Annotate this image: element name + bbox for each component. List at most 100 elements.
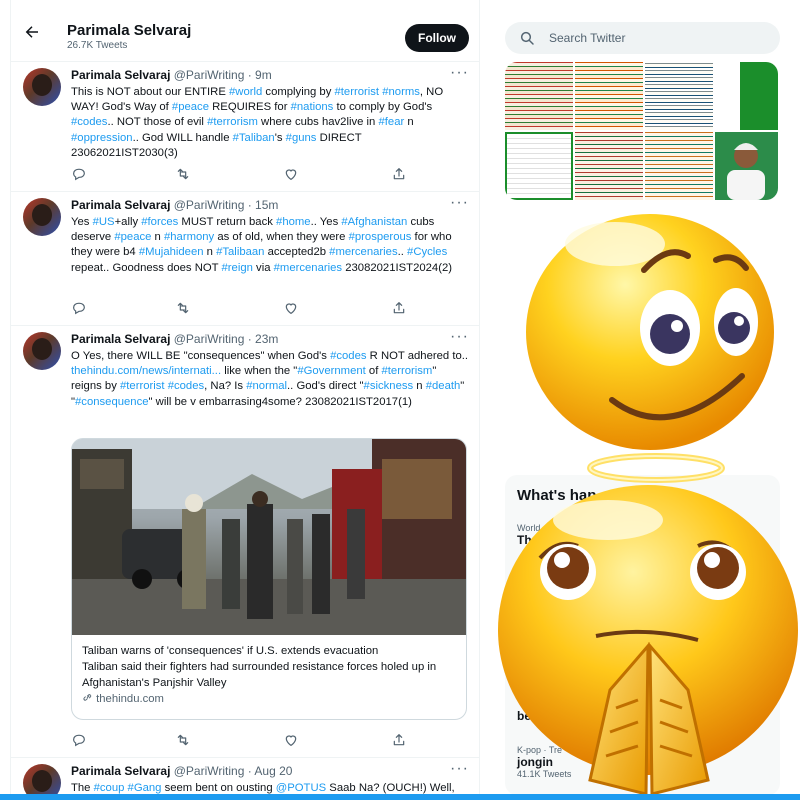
- hashtag-link[interactable]: #US: [93, 216, 115, 228]
- hashtag-link[interactable]: #coup: [94, 782, 125, 794]
- hashtag-link[interactable]: #terrorism: [207, 116, 258, 128]
- tweet-text: O Yes, there WILL BE "consequences" when…: [71, 349, 469, 410]
- more-icon[interactable]: ···: [450, 760, 469, 778]
- heart-icon[interactable]: [283, 300, 301, 318]
- hashtag-link[interactable]: #norms: [382, 86, 420, 98]
- hashtag-link[interactable]: #home: [276, 216, 311, 228]
- tweet-author-name[interactable]: Parimala Selvaraj: [71, 764, 170, 778]
- search-icon: [520, 31, 534, 45]
- profile-media-grid: [505, 62, 778, 200]
- tweet-text-segment: n: [203, 246, 217, 259]
- avatar[interactable]: [23, 68, 61, 106]
- hashtag-link[interactable]: #Mujahideen: [139, 246, 204, 258]
- retweet-icon[interactable]: [175, 166, 193, 184]
- heart-icon[interactable]: [283, 732, 301, 750]
- tweet-handle-time: @PariWriting · 9m: [173, 68, 272, 82]
- tweet-handle-time: @PariWriting · Aug 20: [173, 764, 293, 778]
- hashtag-link[interactable]: #Taliban: [233, 132, 275, 144]
- hashtag-link[interactable]: #Cycles: [407, 246, 447, 258]
- hashtag-link[interactable]: #prosperous: [349, 231, 412, 243]
- hashtag-link[interactable]: #harmony: [164, 231, 214, 243]
- praying-emoji-sticker: [498, 453, 798, 796]
- hashtag-link[interactable]: #normal: [246, 380, 287, 392]
- hashtag-link[interactable]: #fear: [378, 116, 404, 128]
- hashtag-link[interactable]: #Talibaan: [216, 246, 264, 258]
- tweet-text-segment: MUST return back: [178, 216, 277, 228]
- media-thumbnail[interactable]: [505, 132, 573, 200]
- link-card[interactable]: Taliban warns of 'consequences' if U.S. …: [71, 438, 467, 720]
- tweet-count: 26.7K Tweets: [67, 40, 128, 51]
- retweet-icon[interactable]: [175, 732, 193, 750]
- tweet-author-name[interactable]: Parimala Selvaraj: [71, 68, 170, 82]
- media-thumbnail[interactable]: [575, 132, 643, 200]
- tweet-text-segment: like when the ": [221, 365, 298, 378]
- media-thumbnail[interactable]: [575, 62, 643, 130]
- hashtag-link[interactable]: #terrorist: [335, 86, 380, 98]
- hashtag-link[interactable]: #terrorist: [120, 380, 165, 392]
- tweet[interactable]: Parimala Selvaraj @PariWriting · 9m ··· …: [11, 62, 479, 192]
- hashtag-link[interactable]: #terrorism: [381, 365, 432, 377]
- tweet-actions: [71, 300, 411, 318]
- tweet-text-segment: accepted2b: [264, 246, 330, 259]
- reply-icon[interactable]: [71, 732, 89, 750]
- hashtag-link[interactable]: #oppression: [71, 132, 133, 144]
- hashtag-link[interactable]: #codes: [330, 350, 366, 362]
- share-icon[interactable]: [391, 732, 409, 750]
- hashtag-link[interactable]: #guns: [286, 132, 317, 144]
- hashtag-link[interactable]: #reign: [222, 262, 253, 274]
- media-thumbnail[interactable]: [715, 62, 778, 130]
- retweet-icon[interactable]: [175, 300, 193, 318]
- more-icon[interactable]: ···: [450, 194, 469, 212]
- hashtag-link[interactable]: #consequence: [75, 396, 149, 408]
- tweet-text: Yes #US+ally #forces MUST return back #h…: [71, 215, 469, 276]
- media-thumbnail[interactable]: [645, 132, 713, 200]
- hashtag-link[interactable]: thehindu.com/news/internati...: [71, 365, 221, 377]
- hashtag-link[interactable]: #Gang: [128, 782, 162, 794]
- more-icon[interactable]: ···: [450, 328, 469, 346]
- street-photo-illustration: [72, 439, 466, 635]
- heart-icon[interactable]: [283, 166, 301, 184]
- hashtag-link[interactable]: #peace: [172, 101, 209, 113]
- avatar[interactable]: [23, 332, 61, 370]
- tweet-text-segment: O Yes, there WILL BE "consequences" when…: [71, 350, 331, 362]
- tweet-handle-time: @PariWriting · 15m: [173, 198, 279, 212]
- tweet-author-name[interactable]: Parimala Selvaraj: [71, 198, 170, 212]
- hashtag-link[interactable]: #world: [229, 86, 262, 98]
- avatar[interactable]: [23, 198, 61, 236]
- reply-icon[interactable]: [71, 300, 89, 318]
- tweet[interactable]: Parimala Selvaraj @PariWriting · 23m ···…: [11, 326, 479, 758]
- back-button[interactable]: [23, 23, 45, 45]
- hashtag-link[interactable]: #peace: [114, 231, 151, 243]
- tweet-text-segment: as of old, when they were: [214, 231, 349, 244]
- tweet-text-segment: where cubs hav2live in: [257, 116, 379, 129]
- tweet[interactable]: Parimala Selvaraj @PariWriting · 15m ···…: [11, 192, 479, 326]
- media-thumbnail[interactable]: [645, 62, 713, 130]
- hashtag-link[interactable]: #death: [426, 380, 461, 392]
- portrait-photo: [715, 132, 778, 200]
- share-icon[interactable]: [391, 166, 409, 184]
- hashtag-link[interactable]: #codes: [168, 380, 204, 392]
- search-box[interactable]: [505, 22, 780, 54]
- tweet-text-segment: This is NOT about our ENTIRE: [71, 86, 229, 98]
- follow-button[interactable]: Follow: [405, 24, 469, 52]
- reply-icon[interactable]: [71, 166, 89, 184]
- hashtag-link[interactable]: #mercenaries: [274, 262, 342, 274]
- hashtag-link[interactable]: #Government: [297, 365, 365, 377]
- hashtag-link[interactable]: #Afghanistan: [341, 216, 407, 228]
- hashtag-link[interactable]: @POTUS: [276, 782, 326, 794]
- hashtag-link[interactable]: #nations: [291, 101, 334, 113]
- hashtag-link[interactable]: #sickness: [364, 380, 414, 392]
- media-thumbnail[interactable]: [715, 132, 778, 200]
- more-icon[interactable]: ···: [450, 64, 469, 82]
- share-icon[interactable]: [391, 300, 409, 318]
- hashtag-link[interactable]: #forces: [141, 216, 178, 228]
- search-input[interactable]: [549, 22, 769, 54]
- media-thumbnail[interactable]: [505, 62, 573, 130]
- hashtag-link[interactable]: #mercenaries: [329, 246, 397, 258]
- hashtag-link[interactable]: #codes: [71, 116, 107, 128]
- tweet-text-segment: Yes: [71, 216, 93, 228]
- tweet-text-segment: .. NOT those of evil: [107, 116, 208, 129]
- tweet-author-name[interactable]: Parimala Selvaraj: [71, 332, 170, 346]
- tweet-handle-time: @PariWriting · 23m: [173, 332, 279, 346]
- profile-name: Parimala Selvaraj: [67, 22, 192, 39]
